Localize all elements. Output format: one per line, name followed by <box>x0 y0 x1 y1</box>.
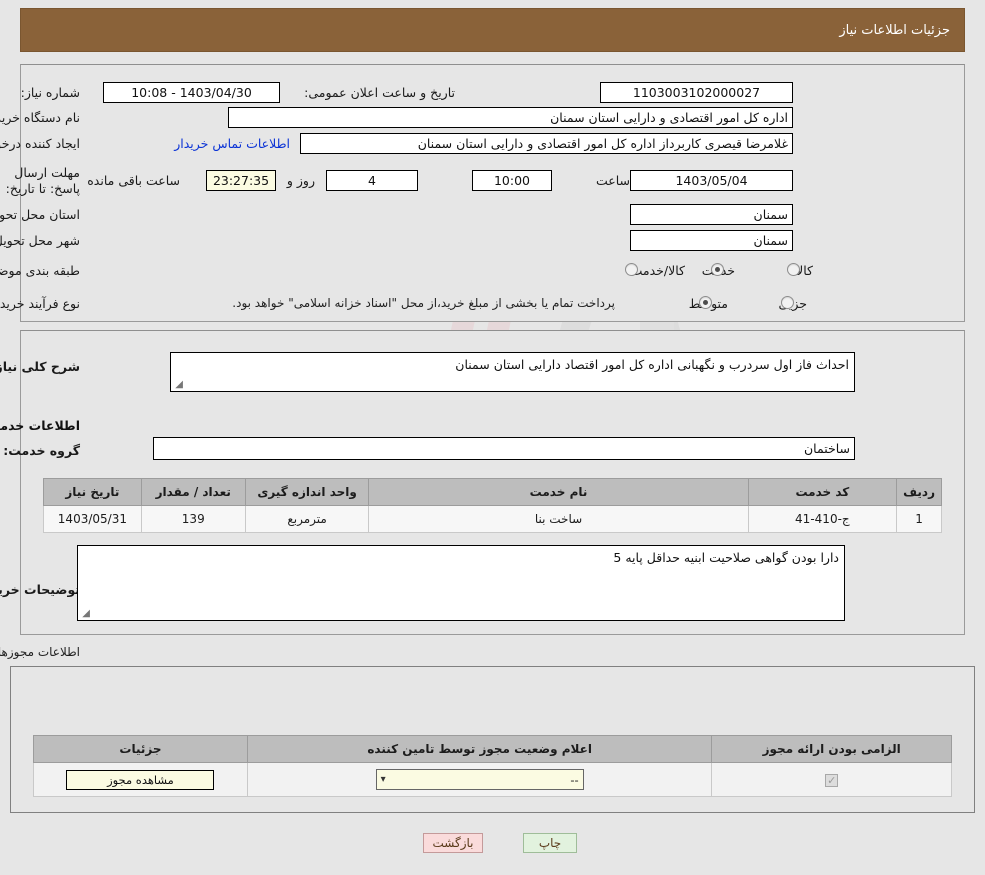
public-announce-field[interactable]: 1403/04/30 - 10:08 <box>103 82 280 103</box>
days-and-label: روز و <box>286 173 315 188</box>
buyer-notes-textarea[interactable]: دارا بودن گواهی صلاحیت ابنیه حداقل پایه … <box>77 545 845 621</box>
deadline-label: مهلت ارسال پاسخ: تا تاریخ: <box>5 165 80 196</box>
permits-section-note: اطلاعات مجوزهای ارائه خدمت / کالا <box>0 645 80 659</box>
table-row: 1 ج-410-41 ساخت بنا مترمربع 139 1403/05/… <box>43 505 942 533</box>
td-unit: مترمربع <box>244 505 370 533</box>
permits-table-header-row: الزامی بودن ارائه مجوز اعلام وضعیت مجوز … <box>33 735 952 763</box>
page-title: جزئیات اطلاعات نیاز <box>20 8 965 52</box>
permit-status-value: -- <box>570 772 579 787</box>
deadline-time-field[interactable]: 10:00 <box>472 170 552 191</box>
view-permit-button[interactable]: مشاهده مجوز <box>66 769 215 790</box>
th-date: تاریخ نیاز <box>43 478 142 506</box>
td-permit-required: ✓ <box>711 762 952 797</box>
td-code: ج-410-41 <box>747 505 898 533</box>
th-name: نام خدمت <box>368 478 749 506</box>
province-field[interactable]: سمنان <box>630 204 793 225</box>
radio-category-kala[interactable] <box>787 263 800 276</box>
th-code: کد خدمت <box>747 478 898 506</box>
page-title-text: جزئیات اطلاعات نیاز <box>839 22 950 38</box>
th-unit: واحد اندازه گیری <box>244 478 370 506</box>
td-permit-details: مشاهده مجوز <box>33 762 248 797</box>
radio-category-khedmat[interactable] <box>711 263 724 276</box>
th-permit-status: اعلام وضعیت مجوز توسط تامین کننده <box>246 735 713 763</box>
td-row: 1 <box>896 505 942 533</box>
table-row: ✓ ▾ -- مشاهده مجوز <box>33 762 952 797</box>
payment-note: پرداخت تمام یا بخشی از مبلغ خرید،از محل … <box>232 296 615 310</box>
deadline-date-field[interactable]: 1403/05/04 <box>630 170 793 191</box>
creator-label: ایجاد کننده درخواست: <box>0 136 80 151</box>
radio-process-jozei[interactable] <box>781 296 794 309</box>
service-group-label: گروه خدمت: <box>3 443 80 458</box>
category-label: طبقه بندی موضوعی: <box>0 263 80 278</box>
creator-field[interactable]: غلامرضا قیصری کاربرداز اداره کل امور اقت… <box>300 133 793 154</box>
th-quantity: تعداد / مقدار <box>140 478 246 506</box>
buyer-org-label: نام دستگاه خریدار: <box>0 110 80 125</box>
general-desc-textarea[interactable]: احداث فاز اول سردرب و نگهبانی اداره کل ا… <box>170 352 855 392</box>
need-number-label: شماره نیاز: <box>20 85 80 100</box>
buyer-notes-label: توضیحات خریدار: <box>0 582 80 597</box>
process-label: نوع فرآیند خرید : <box>0 296 80 311</box>
city-label: شهر محل تحویل: <box>0 233 80 248</box>
th-row: ردیف <box>896 478 942 506</box>
page-root: › AriaTender.net جزئیات اطلاعات نیاز شما… <box>0 0 985 875</box>
province-label: استان محل تحویل: <box>0 207 80 222</box>
city-field[interactable]: سمنان <box>630 230 793 251</box>
buyer-org-field[interactable]: اداره کل امور اقتصادی و دارایی استان سمن… <box>228 107 793 128</box>
td-date: 1403/05/31 <box>43 505 142 533</box>
th-permit-details: جزئیات <box>33 735 248 763</box>
permits-table: الزامی بودن ارائه مجوز اعلام وضعیت مجوز … <box>33 735 952 797</box>
radio-category-kala-khedmat[interactable] <box>625 263 638 276</box>
td-quantity: 139 <box>140 505 246 533</box>
td-name: ساخت بنا <box>368 505 749 533</box>
resize-grip-icon-2[interactable]: ◢ <box>80 609 90 619</box>
radio-category-kala-khedmat-label: کالا/خدمت <box>630 263 685 278</box>
general-desc-label: شرح کلی نیاز: <box>0 359 80 374</box>
hour-label: ساعت <box>595 173 630 188</box>
radio-process-motavaset[interactable] <box>699 296 712 309</box>
general-desc-value: احداث فاز اول سردرب و نگهبانی اداره کل ا… <box>455 357 849 372</box>
buyer-notes-value: دارا بودن گواهی صلاحیت ابنیه حداقل پایه … <box>613 550 839 565</box>
remaining-hours-label: ساعت باقی مانده <box>87 173 180 188</box>
services-table-header-row: ردیف کد خدمت نام خدمت واحد اندازه گیری ت… <box>43 478 942 506</box>
resize-grip-icon[interactable]: ◢ <box>173 380 183 390</box>
permit-status-select[interactable]: ▾ -- <box>375 769 584 790</box>
remaining-days-field[interactable]: 4 <box>326 170 418 191</box>
services-table: ردیف کد خدمت نام خدمت واحد اندازه گیری ت… <box>43 478 942 533</box>
th-permit-required: الزامی بودن ارائه مجوز <box>711 735 952 763</box>
td-permit-status: ▾ -- <box>246 762 713 797</box>
permit-required-checkbox: ✓ <box>825 773 839 787</box>
services-section-title: اطلاعات خدمات مورد نیاز <box>0 418 80 433</box>
buyer-contact-link[interactable]: اطلاعات تماس خریدار <box>174 136 290 151</box>
print-button[interactable]: چاپ <box>523 833 577 853</box>
need-number-field[interactable]: 1103003102000027 <box>600 82 793 103</box>
service-group-field[interactable]: ساختمان <box>153 437 855 460</box>
countdown-field: 23:27:35 <box>206 170 276 191</box>
public-announce-label: تاریخ و ساعت اعلان عمومی: <box>304 85 455 100</box>
back-button[interactable]: بازگشت <box>423 833 483 853</box>
